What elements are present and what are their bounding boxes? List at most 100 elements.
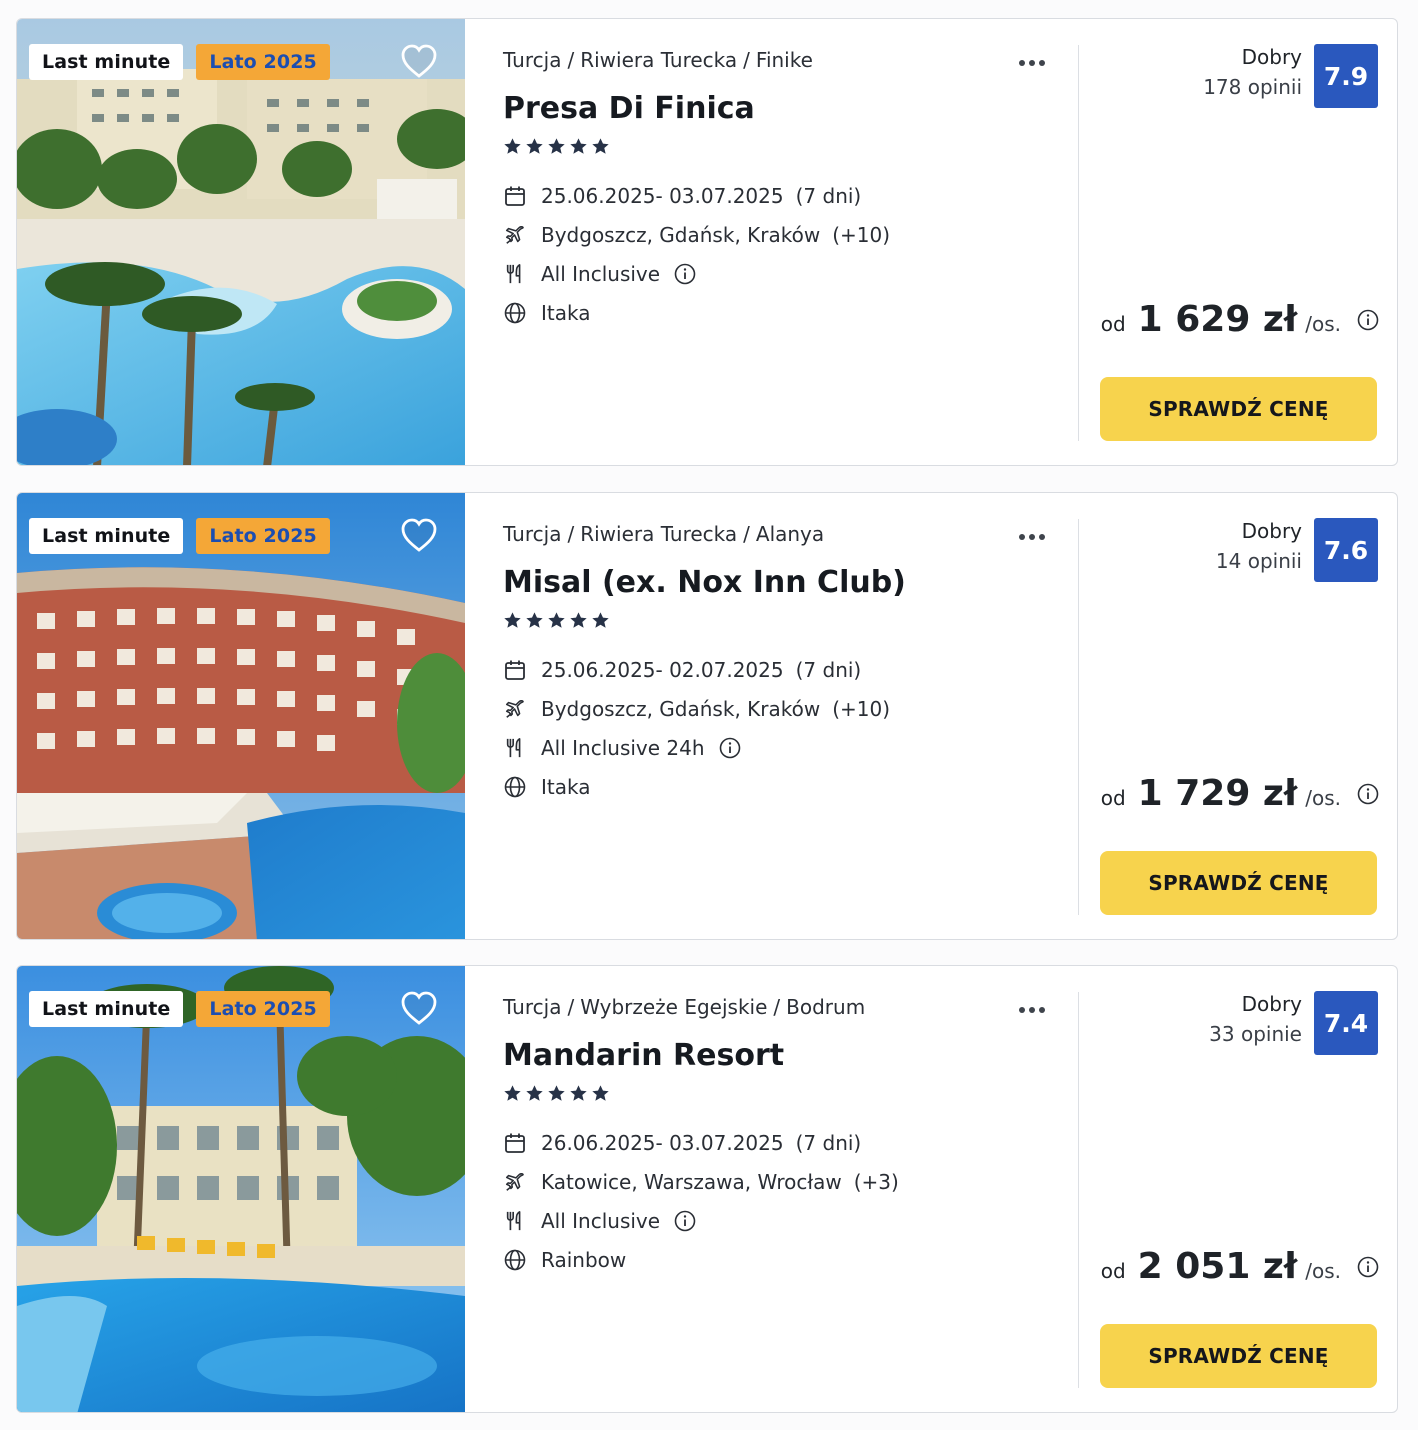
rating-label: Dobry bbox=[1241, 992, 1302, 1016]
offer-list: Last minute Lato 2025 Turcja / Riwiera Tur… bbox=[0, 0, 1418, 1430]
globe-icon bbox=[504, 1249, 526, 1270]
star-icon bbox=[592, 138, 609, 154]
more-dots-icon[interactable] bbox=[1017, 523, 1053, 551]
offer-card[interactable]: Last minute Lato 2025 Turcja / Riwiera Tur… bbox=[16, 492, 1398, 940]
breadcrumb-city[interactable]: Finike bbox=[756, 48, 813, 72]
travel-dates: 25.06.2025- 03.07.2025 bbox=[541, 183, 784, 208]
dates-row: 26.06.2025- 03.07.2025 (7 dni) bbox=[503, 1123, 899, 1162]
star-rating bbox=[503, 611, 610, 630]
reviews-count[interactable]: 14 opinii bbox=[1216, 549, 1302, 573]
check-price-button[interactable]: SPRAWDŹ CENĘ bbox=[1100, 1324, 1377, 1388]
hotel-photo[interactable]: Last minute Lato 2025 bbox=[17, 966, 465, 1412]
price: od 1 629 zł /os. bbox=[1101, 299, 1379, 340]
info-icon[interactable] bbox=[1357, 783, 1379, 805]
hotel-name[interactable]: Presa Di Finica bbox=[503, 91, 755, 126]
check-price-button[interactable]: SPRAWDŹ CENĘ bbox=[1100, 851, 1377, 915]
breadcrumb-country[interactable]: Turcja bbox=[503, 995, 561, 1019]
more-dots-icon[interactable] bbox=[1017, 996, 1053, 1024]
offer-details: Turcja / Riwiera Turecka / Finike Presa Di F… bbox=[503, 19, 1063, 465]
board-type: All Inclusive bbox=[541, 261, 661, 286]
departures-more[interactable]: (+10) bbox=[832, 223, 890, 247]
price-suffix: /os. bbox=[1305, 786, 1341, 810]
plane-icon bbox=[505, 1172, 524, 1191]
operator-row: Itaka bbox=[503, 767, 890, 806]
heart-icon[interactable] bbox=[400, 517, 438, 553]
breadcrumb-separator: / bbox=[567, 48, 575, 72]
last-minute-badge: Last minute bbox=[29, 991, 184, 1027]
price-suffix: /os. bbox=[1305, 1259, 1341, 1283]
season-badge: Lato 2025 bbox=[196, 518, 330, 554]
breadcrumb: Turcja / Riwiera Turecka / Finike bbox=[503, 48, 813, 72]
dining-icon bbox=[506, 1210, 521, 1230]
dining-icon bbox=[506, 263, 521, 283]
price-suffix: /os. bbox=[1305, 312, 1341, 336]
travel-dates: 26.06.2025- 03.07.2025 bbox=[541, 1130, 784, 1155]
globe-icon bbox=[504, 776, 526, 797]
departures-row: Bydgoszcz, Gdańsk, Kraków (+10) bbox=[503, 215, 890, 254]
season-badge: Lato 2025 bbox=[196, 991, 330, 1027]
breadcrumb-city[interactable]: Bodrum bbox=[786, 995, 865, 1019]
heart-icon[interactable] bbox=[400, 990, 438, 1026]
dates-row: 25.06.2025- 03.07.2025 (7 dni) bbox=[503, 176, 890, 215]
price-panel: Dobry 14 opinii 7.6 od 1 729 zł /os. SPR… bbox=[1079, 493, 1397, 939]
rating-label: Dobry bbox=[1241, 45, 1302, 69]
breadcrumb-separator: / bbox=[567, 522, 575, 546]
price-amount: 1 629 zł bbox=[1137, 299, 1298, 340]
offer-details: Turcja / Wybrzeże Egejskie / Bodrum Mandarin… bbox=[503, 966, 1063, 1412]
trip-duration: (7 dni) bbox=[795, 657, 862, 682]
calendar-icon bbox=[505, 186, 525, 206]
hotel-name[interactable]: Misal (ex. Nox Inn Club) bbox=[503, 565, 906, 600]
price-prefix: od bbox=[1100, 312, 1126, 336]
heart-icon[interactable] bbox=[400, 43, 438, 79]
breadcrumb: Turcja / Wybrzeże Egejskie / Bodrum bbox=[503, 995, 865, 1019]
breadcrumb-city[interactable]: Alanya bbox=[756, 522, 824, 546]
info-icon[interactable] bbox=[719, 737, 741, 759]
star-icon bbox=[504, 612, 521, 628]
travel-dates: 25.06.2025- 02.07.2025 bbox=[541, 657, 784, 682]
score-badge: 7.4 bbox=[1314, 991, 1378, 1055]
last-minute-badge: Last minute bbox=[29, 44, 184, 80]
operator-row: Rainbow bbox=[503, 1240, 899, 1279]
info-icon[interactable] bbox=[674, 1210, 696, 1232]
hotel-photo[interactable]: Last minute Lato 2025 bbox=[17, 19, 465, 465]
breadcrumb-region[interactable]: Riwiera Turecka bbox=[580, 48, 737, 72]
departure-cities: Bydgoszcz, Gdańsk, Kraków bbox=[541, 222, 821, 247]
breadcrumb-separator: / bbox=[773, 995, 781, 1019]
offer-card[interactable]: Last minute Lato 2025 Turcja / Wybrzeże Eg… bbox=[16, 965, 1398, 1413]
reviews-count[interactable]: 178 opinii bbox=[1203, 75, 1302, 99]
offer-card[interactable]: Last minute Lato 2025 Turcja / Riwiera Tur… bbox=[16, 18, 1398, 466]
more-dots-icon[interactable] bbox=[1017, 49, 1053, 77]
star-icon bbox=[548, 1085, 565, 1101]
price-amount: 1 729 zł bbox=[1137, 773, 1298, 814]
departures-row: Bydgoszcz, Gdańsk, Kraków (+10) bbox=[503, 689, 890, 728]
trip-duration: (7 dni) bbox=[795, 1130, 862, 1155]
info-icon[interactable] bbox=[1357, 1256, 1379, 1278]
hotel-name[interactable]: Mandarin Resort bbox=[503, 1038, 784, 1073]
breadcrumb-separator: / bbox=[743, 522, 750, 546]
last-minute-badge: Last minute bbox=[29, 518, 184, 554]
rating-label: Dobry bbox=[1241, 519, 1302, 543]
star-icon bbox=[570, 612, 587, 628]
breadcrumb-region[interactable]: Wybrzeże Egejskie bbox=[580, 995, 767, 1019]
departure-cities: Katowice, Warszawa, Wrocław bbox=[541, 1169, 842, 1194]
calendar-icon bbox=[505, 1133, 525, 1153]
plane-icon bbox=[505, 699, 524, 718]
reviews-count[interactable]: 33 opinie bbox=[1209, 1022, 1302, 1046]
breadcrumb-country[interactable]: Turcja bbox=[503, 48, 561, 72]
board-row: All Inclusive 24h bbox=[503, 728, 890, 767]
hotel-photo-image bbox=[17, 493, 465, 939]
board-type: All Inclusive bbox=[541, 1208, 661, 1233]
star-rating bbox=[503, 1084, 610, 1103]
hotel-photo[interactable]: Last minute Lato 2025 bbox=[17, 493, 465, 939]
tour-operator: Itaka bbox=[541, 300, 591, 325]
check-price-button[interactable]: SPRAWDŹ CENĘ bbox=[1100, 377, 1377, 441]
info-icon[interactable] bbox=[1357, 309, 1379, 331]
breadcrumb-region[interactable]: Riwiera Turecka bbox=[580, 522, 737, 546]
star-icon bbox=[570, 138, 587, 154]
breadcrumb-country[interactable]: Turcja bbox=[503, 522, 561, 546]
tour-operator: Rainbow bbox=[541, 1247, 627, 1272]
departures-more[interactable]: (+10) bbox=[832, 697, 890, 721]
departures-more[interactable]: (+3) bbox=[854, 1170, 899, 1194]
info-icon[interactable] bbox=[674, 263, 696, 285]
dates-row: 25.06.2025- 02.07.2025 (7 dni) bbox=[503, 650, 890, 689]
